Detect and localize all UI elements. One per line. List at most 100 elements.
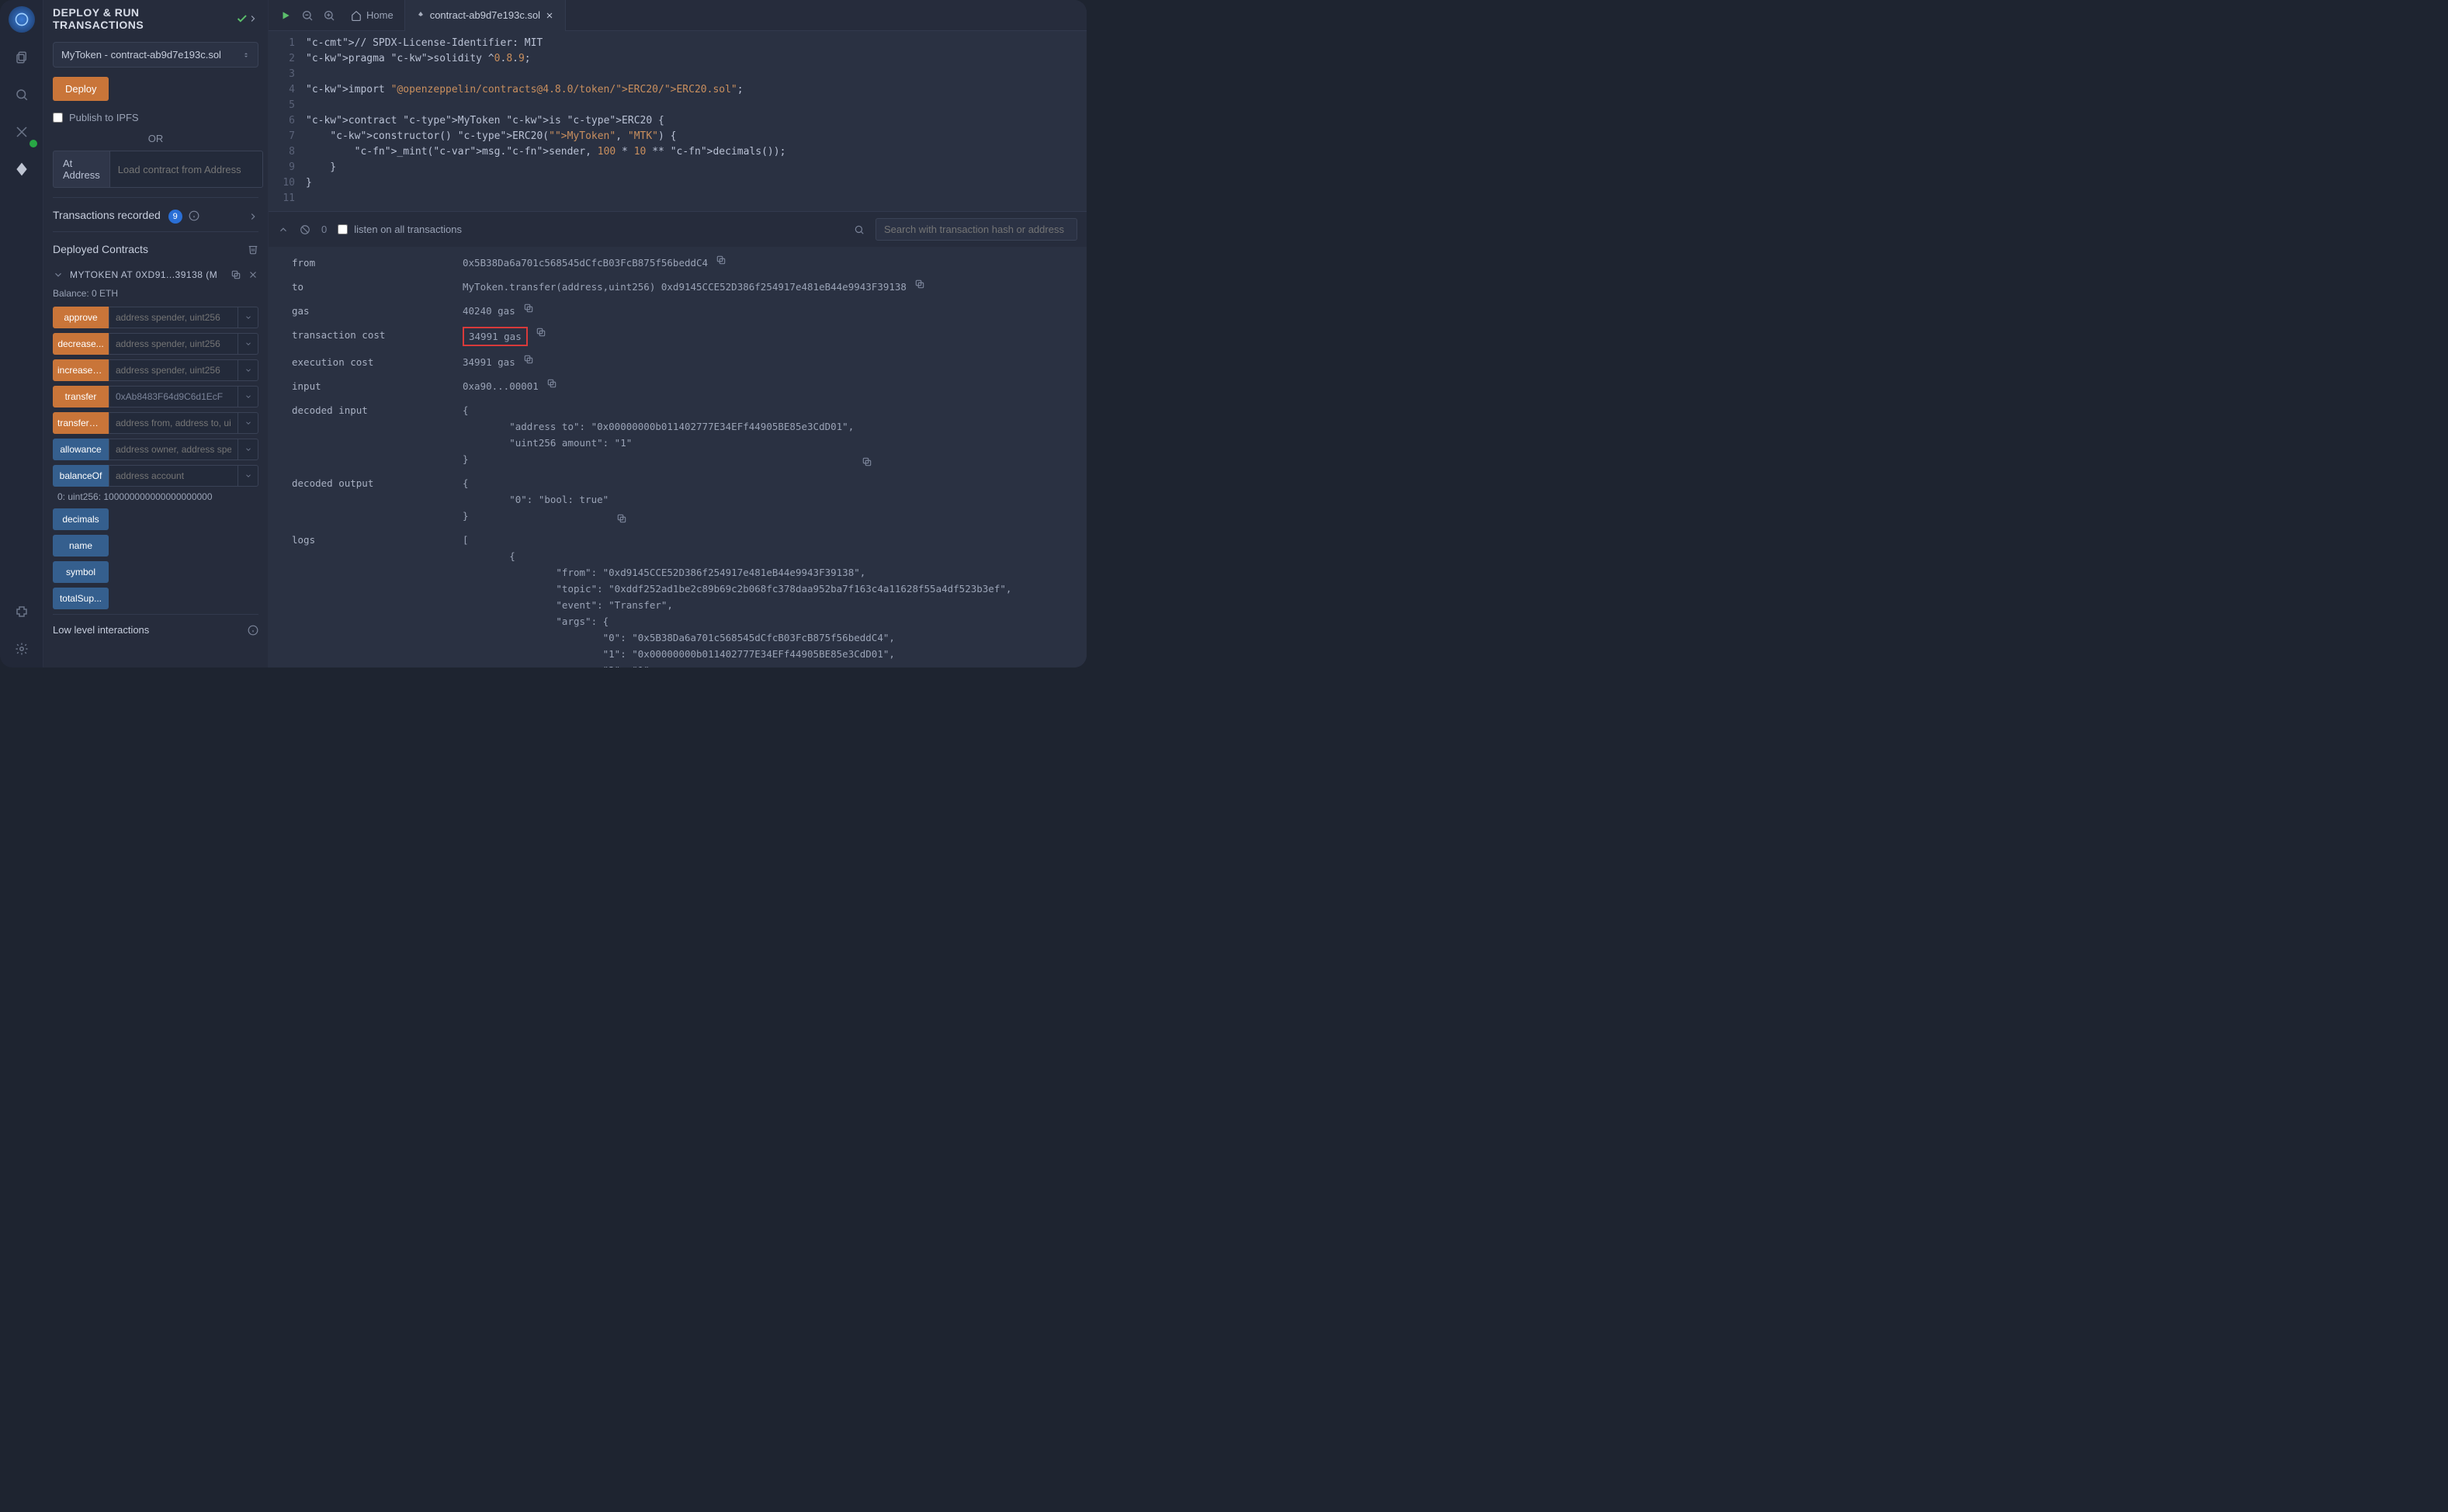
app-root: DEPLOY & RUN TRANSACTIONS MyToken - cont…: [0, 0, 1087, 668]
deploy-icon[interactable]: [8, 155, 36, 183]
tab-home[interactable]: Home: [340, 0, 405, 31]
copy-icon[interactable]: [536, 327, 546, 338]
tx-count-badge: 9: [168, 210, 182, 224]
fn-button-totalSup[interactable]: totalSup...: [53, 588, 109, 609]
tx-key-to: to: [292, 279, 463, 295]
close-icon[interactable]: [248, 269, 258, 280]
listen-checkbox[interactable]: listen on all transactions: [338, 224, 462, 235]
chevron-right-icon[interactable]: [248, 13, 258, 24]
tx-val-decout: { "0": "bool: true" }: [463, 475, 609, 524]
tx-val-gas: 40240 gas: [463, 303, 515, 319]
deploy-button[interactable]: Deploy: [53, 77, 109, 101]
fn-input-allowance[interactable]: [109, 439, 238, 460]
tx-key-input: input: [292, 378, 463, 394]
deploy-panel: DEPLOY & RUN TRANSACTIONS MyToken - cont…: [43, 0, 269, 668]
fn-input-transferFr[interactable]: [109, 412, 238, 434]
tx-val-txcost: 34991 gas: [463, 327, 528, 346]
sort-icon: [242, 51, 250, 59]
publish-ipfs-input[interactable]: [53, 113, 63, 123]
search-icon[interactable]: [8, 81, 36, 109]
fn-input-transfer[interactable]: [109, 386, 238, 407]
tx-recorded-section[interactable]: Transactions recorded 9: [53, 197, 258, 231]
tx-val-execost: 34991 gas: [463, 354, 515, 370]
fn-button-allowance[interactable]: allowance: [53, 439, 109, 460]
tx-val-to: MyToken.transfer(address,uint256) 0xd914…: [463, 279, 907, 295]
icon-sidebar: [0, 0, 43, 668]
chevron-down-icon[interactable]: [53, 269, 64, 280]
code-editor[interactable]: 1234567891011 "c-cmt">// SPDX-License-Id…: [269, 31, 1087, 211]
fn-expand-decrease[interactable]: [238, 333, 258, 355]
zoom-out-icon[interactable]: [296, 5, 318, 26]
main-area: Home contract-ab9d7e193c.sol 12345678910…: [269, 0, 1087, 668]
deployed-contract-item: MYTOKEN AT 0XD91...39138 (M Balance: 0 E…: [53, 269, 258, 609]
at-address-button[interactable]: At Address: [53, 151, 110, 188]
transaction-details: from 0x5B38Da6a701c568545dCfcB03FcB875f5…: [269, 247, 1087, 668]
publish-ipfs-label: Publish to IPFS: [69, 112, 139, 123]
fn-input-approve[interactable]: [109, 307, 238, 328]
fn-input-decrease[interactable]: [109, 333, 238, 355]
tx-key-gas: gas: [292, 303, 463, 319]
at-address-input[interactable]: [110, 151, 263, 188]
fn-button-increaseA[interactable]: increaseA...: [53, 359, 109, 381]
remix-logo-icon[interactable]: [9, 6, 35, 33]
copy-icon[interactable]: [616, 513, 627, 524]
tx-val-from: 0x5B38Da6a701c568545dCfcB03FcB875f56bedd…: [463, 255, 708, 271]
fn-expand-approve[interactable]: [238, 307, 258, 328]
copy-icon[interactable]: [862, 456, 872, 467]
fn-expand-balanceOf[interactable]: [238, 465, 258, 487]
fn-input-increaseA[interactable]: [109, 359, 238, 381]
chevron-right-icon[interactable]: [248, 211, 258, 222]
fn-button-decrease[interactable]: decrease...: [53, 333, 109, 355]
plugin-icon[interactable]: [8, 598, 36, 626]
fn-button-decimals[interactable]: decimals: [53, 508, 109, 530]
contract-select[interactable]: MyToken - contract-ab9d7e193c.sol: [53, 42, 258, 68]
contract-select-label: MyToken - contract-ab9d7e193c.sol: [61, 49, 221, 61]
publish-ipfs-checkbox[interactable]: Publish to IPFS: [53, 112, 258, 123]
close-icon[interactable]: [545, 11, 554, 20]
collapse-icon[interactable]: [278, 224, 289, 235]
compiler-icon[interactable]: [8, 118, 36, 146]
tx-key-from: from: [292, 255, 463, 271]
fn-expand-transferFr[interactable]: [238, 412, 258, 434]
line-gutter: 1234567891011: [269, 36, 306, 206]
or-label: OR: [53, 133, 258, 144]
info-icon[interactable]: [189, 210, 199, 221]
zoom-in-icon[interactable]: [318, 5, 340, 26]
fn-expand-allowance[interactable]: [238, 439, 258, 460]
fn-row-balanceOf: balanceOf: [53, 465, 258, 487]
fn-button-approve[interactable]: approve: [53, 307, 109, 328]
listen-label: listen on all transactions: [354, 224, 462, 235]
copy-icon[interactable]: [523, 354, 534, 365]
pending-count: 0: [321, 224, 327, 235]
listen-input[interactable]: [338, 224, 348, 234]
fn-input-balanceOf[interactable]: [109, 465, 238, 487]
fn-button-transferFr[interactable]: transferFr...: [53, 412, 109, 434]
fn-button-transfer[interactable]: transfer: [53, 386, 109, 407]
copy-icon[interactable]: [716, 255, 726, 265]
tab-contract-file[interactable]: contract-ab9d7e193c.sol: [405, 0, 566, 31]
fn-row-transfer: transfer: [53, 386, 258, 407]
trash-icon[interactable]: [248, 244, 258, 255]
ban-icon[interactable]: [300, 224, 310, 235]
info-icon[interactable]: [248, 625, 258, 636]
fn-expand-increaseA[interactable]: [238, 359, 258, 381]
search-icon[interactable]: [854, 224, 865, 235]
tab-home-label: Home: [366, 9, 394, 21]
settings-icon[interactable]: [8, 635, 36, 663]
deployed-contracts-section: Deployed Contracts: [53, 231, 258, 263]
fn-button-symbol[interactable]: symbol: [53, 561, 109, 583]
balance-label: Balance: 0 ETH: [53, 288, 258, 299]
copy-icon[interactable]: [546, 378, 557, 389]
fn-button-name[interactable]: name: [53, 535, 109, 557]
fn-expand-transfer[interactable]: [238, 386, 258, 407]
fn-button-balanceOf[interactable]: balanceOf: [53, 465, 109, 487]
run-icon[interactable]: [275, 5, 296, 26]
panel-title: DEPLOY & RUN TRANSACTIONS: [43, 0, 268, 37]
copy-icon[interactable]: [231, 269, 241, 280]
files-icon[interactable]: [8, 43, 36, 71]
terminal-search-input[interactable]: [876, 218, 1077, 241]
copy-icon[interactable]: [523, 303, 534, 314]
copy-icon[interactable]: [914, 279, 925, 290]
terminal-toolbar: 0 listen on all transactions: [269, 211, 1087, 247]
code-content[interactable]: "c-cmt">// SPDX-License-Identifier: MIT …: [306, 36, 1087, 206]
